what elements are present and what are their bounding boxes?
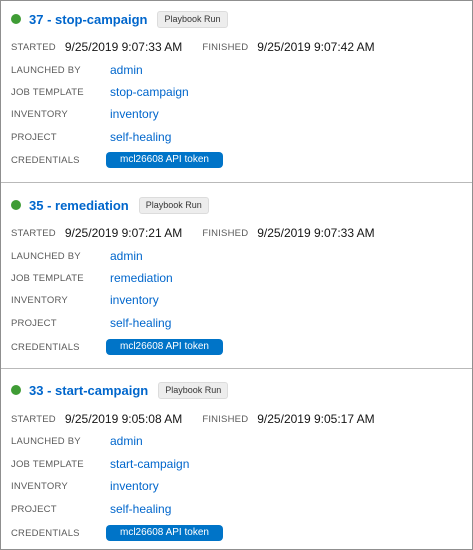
timing-row: STARTED 9/25/2019 9:07:21 AM FINISHED 9/… xyxy=(11,224,462,242)
job-template-link[interactable]: remediation xyxy=(110,271,173,285)
job-type-badge: Playbook Run xyxy=(138,196,209,214)
job-template-row: JOB TEMPLATE stop-campaign xyxy=(11,83,462,101)
job-list: 37 - stop-campaign Playbook Run STARTED … xyxy=(0,0,473,550)
job-template-label: JOB TEMPLATE xyxy=(11,86,84,98)
started-label: STARTED xyxy=(11,41,56,53)
launched-by-row: LAUNCHED BY admin xyxy=(11,61,462,79)
credential-badge[interactable]: mcl26608 API token xyxy=(106,525,223,541)
inventory-link[interactable]: inventory xyxy=(110,107,159,121)
job-type-badge: Playbook Run xyxy=(158,381,229,399)
project-link[interactable]: self-healing xyxy=(110,130,171,144)
timing-row: STARTED 9/25/2019 9:07:33 AM FINISHED 9/… xyxy=(11,38,462,56)
job-card: 33 - start-campaign Playbook Run STARTED… xyxy=(1,368,472,550)
credential-badge[interactable]: mcl26608 API token xyxy=(106,339,223,355)
job-template-link[interactable]: start-campaign xyxy=(110,457,189,471)
credentials-row: CREDENTIALS mcl26608 API token xyxy=(11,338,462,356)
project-label: PROJECT xyxy=(11,503,57,515)
inventory-label: INVENTORY xyxy=(11,294,68,306)
launched-by-label: LAUNCHED BY xyxy=(11,435,81,447)
credentials-label: CREDENTIALS xyxy=(11,154,80,166)
inventory-row: INVENTORY inventory xyxy=(11,105,462,123)
inventory-link[interactable]: inventory xyxy=(110,479,159,493)
inventory-label: INVENTORY xyxy=(11,108,68,120)
credentials-row: CREDENTIALS mcl26608 API token xyxy=(11,151,462,169)
project-label: PROJECT xyxy=(11,317,57,329)
job-title-link[interactable]: 33 - start-campaign xyxy=(29,383,148,398)
started-value: 9/25/2019 9:05:08 AM xyxy=(64,412,183,426)
status-success-icon xyxy=(11,200,21,210)
status-success-icon xyxy=(11,14,21,24)
finished-label: FINISHED xyxy=(202,413,249,425)
project-link[interactable]: self-healing xyxy=(110,316,171,330)
finished-value: 9/25/2019 9:05:17 AM xyxy=(257,412,375,426)
launched-by-label: LAUNCHED BY xyxy=(11,250,81,262)
inventory-link[interactable]: inventory xyxy=(110,293,159,307)
started-value: 9/25/2019 9:07:21 AM xyxy=(64,226,183,240)
launched-by-link[interactable]: admin xyxy=(110,434,143,448)
launched-by-row: LAUNCHED BY admin xyxy=(11,432,462,450)
credential-badge[interactable]: mcl26608 API token xyxy=(106,152,223,168)
project-link[interactable]: self-healing xyxy=(110,502,171,516)
status-success-icon xyxy=(11,385,21,395)
project-label: PROJECT xyxy=(11,131,57,143)
credentials-label: CREDENTIALS xyxy=(11,341,80,353)
job-header: 33 - start-campaign Playbook Run xyxy=(11,381,229,399)
job-title-link[interactable]: 37 - stop-campaign xyxy=(29,12,147,27)
job-template-row: JOB TEMPLATE remediation xyxy=(11,269,462,287)
inventory-row: INVENTORY inventory xyxy=(11,477,462,495)
started-value: 9/25/2019 9:07:33 AM xyxy=(64,40,183,54)
job-type-badge: Playbook Run xyxy=(157,10,228,28)
credentials-label: CREDENTIALS xyxy=(11,527,80,539)
job-template-row: JOB TEMPLATE start-campaign xyxy=(11,455,462,473)
job-card: 35 - remediation Playbook Run STARTED 9/… xyxy=(1,182,472,368)
finished-value: 9/25/2019 9:07:33 AM xyxy=(257,226,375,240)
project-row: PROJECT self-healing xyxy=(11,314,462,332)
launched-by-row: LAUNCHED BY admin xyxy=(11,247,462,265)
job-header: 37 - stop-campaign Playbook Run xyxy=(11,10,228,28)
timing-row: STARTED 9/25/2019 9:05:08 AM FINISHED 9/… xyxy=(11,410,462,428)
started-label: STARTED xyxy=(11,227,56,239)
job-title-link[interactable]: 35 - remediation xyxy=(29,198,129,213)
job-template-label: JOB TEMPLATE xyxy=(11,272,84,284)
finished-value: 9/25/2019 9:07:42 AM xyxy=(257,40,375,54)
finished-label: FINISHED xyxy=(202,227,249,239)
launched-by-link[interactable]: admin xyxy=(110,249,143,263)
finished-label: FINISHED xyxy=(202,41,249,53)
launched-by-link[interactable]: admin xyxy=(110,63,143,77)
project-row: PROJECT self-healing xyxy=(11,128,462,146)
job-header: 35 - remediation Playbook Run xyxy=(11,196,209,214)
inventory-label: INVENTORY xyxy=(11,480,68,492)
launched-by-label: LAUNCHED BY xyxy=(11,64,81,76)
inventory-row: INVENTORY inventory xyxy=(11,291,462,309)
job-card: 37 - stop-campaign Playbook Run STARTED … xyxy=(1,1,472,182)
job-template-label: JOB TEMPLATE xyxy=(11,458,84,470)
project-row: PROJECT self-healing xyxy=(11,500,462,518)
credentials-row: CREDENTIALS mcl26608 API token xyxy=(11,524,462,542)
started-label: STARTED xyxy=(11,413,56,425)
job-template-link[interactable]: stop-campaign xyxy=(110,85,189,99)
